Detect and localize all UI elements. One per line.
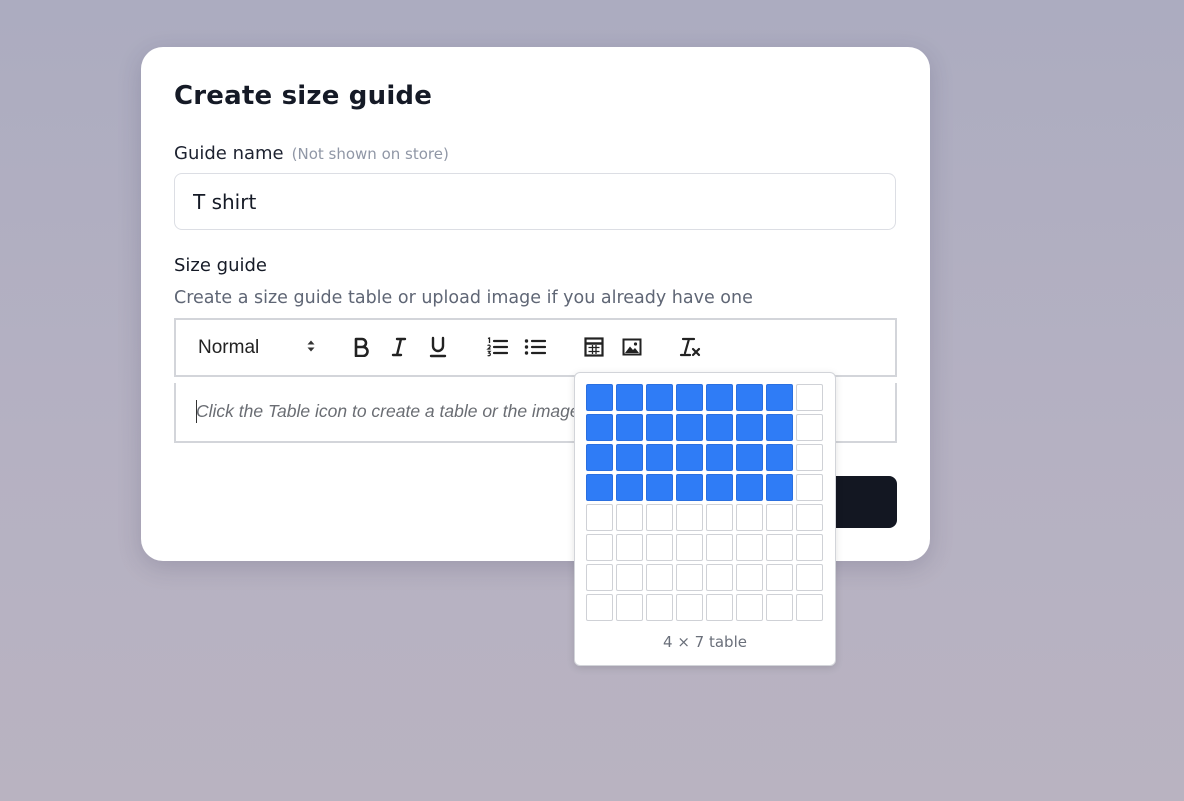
table-grid-cell[interactable] [616,594,643,621]
table-grid-cell[interactable] [676,564,703,591]
dialog-title: Create size guide [174,81,433,111]
table-grid-cell[interactable] [646,414,673,441]
table-grid-cell[interactable] [676,384,703,411]
bold-icon [352,337,370,361]
table-grid-cell[interactable] [586,594,613,621]
table-icon [584,337,604,361]
table-grid-cell[interactable] [796,444,823,471]
image-button[interactable] [619,336,645,362]
table-grid-cell[interactable] [616,564,643,591]
table-grid-cell[interactable] [646,474,673,501]
ordered-list-icon [486,337,509,361]
table-grid-cell[interactable] [646,384,673,411]
table-grid-cell[interactable] [616,414,643,441]
table-grid-cell[interactable] [616,444,643,471]
table-grid-cell[interactable] [706,594,733,621]
table-grid-cell[interactable] [586,474,613,501]
table-grid-cell[interactable] [646,504,673,531]
table-grid-cell[interactable] [676,444,703,471]
underline-icon [429,336,447,362]
table-grid-cell[interactable] [736,534,763,561]
table-grid-cell[interactable] [796,414,823,441]
table-grid-cell[interactable] [586,534,613,561]
table-grid-cell[interactable] [706,384,733,411]
table-grid-cell[interactable] [616,504,643,531]
table-grid-cell[interactable] [736,564,763,591]
table-grid-cell[interactable] [706,564,733,591]
table-grid-cell[interactable] [766,594,793,621]
table-grid-cell[interactable] [676,414,703,441]
table-grid-cell[interactable] [736,594,763,621]
clear-format-icon [679,336,703,362]
table-grid-cell[interactable] [586,504,613,531]
table-grid-cell[interactable] [766,504,793,531]
table-grid-cell[interactable] [766,474,793,501]
guide-name-input[interactable] [174,173,896,230]
table-grid-cell[interactable] [646,534,673,561]
table-grid-cell[interactable] [736,474,763,501]
table-grid-cell[interactable] [796,564,823,591]
ordered-list-button[interactable] [484,336,510,362]
table-grid-cell[interactable] [796,504,823,531]
italic-icon [390,337,408,361]
table-grid-cell[interactable] [766,564,793,591]
italic-button[interactable] [386,336,412,362]
guide-name-hint: (Not shown on store) [291,145,449,163]
table-grid-cell[interactable] [616,474,643,501]
table-grid-cell[interactable] [676,534,703,561]
table-size-picker: 4 × 7 table [574,372,836,666]
table-grid-cell[interactable] [706,414,733,441]
table-grid-cell[interactable] [676,504,703,531]
guide-name-label: Guide name (Not shown on store) [174,143,449,164]
table-grid-cell[interactable] [736,444,763,471]
underline-button[interactable] [425,336,451,362]
table-grid-cell[interactable] [706,504,733,531]
table-grid-cell[interactable] [736,414,763,441]
up-down-arrows-icon [306,338,316,358]
table-grid-cell[interactable] [646,444,673,471]
bold-button[interactable] [348,336,374,362]
bullet-list-icon [524,337,547,361]
table-grid-cell[interactable] [586,414,613,441]
table-grid-cell[interactable] [586,444,613,471]
table-grid-cell[interactable] [706,474,733,501]
editor-toolbar: Normal [174,318,897,377]
table-grid-cell[interactable] [706,534,733,561]
table-grid-cell[interactable] [646,594,673,621]
table-grid-cell[interactable] [736,504,763,531]
table-grid-cell[interactable] [796,384,823,411]
table-grid-cell[interactable] [706,444,733,471]
table-grid-cell[interactable] [766,384,793,411]
table-size-grid [586,384,823,621]
table-grid-cell[interactable] [616,534,643,561]
image-icon [622,338,642,360]
table-grid-cell[interactable] [586,564,613,591]
table-grid-cell[interactable] [766,414,793,441]
table-grid-cell[interactable] [766,444,793,471]
bullet-list-button[interactable] [522,336,548,362]
table-grid-cell[interactable] [676,594,703,621]
guide-name-label-text: Guide name [174,143,284,164]
table-grid-cell[interactable] [796,534,823,561]
format-select[interactable]: Normal [198,335,316,361]
table-grid-cell[interactable] [796,594,823,621]
table-size-label: 4 × 7 table [663,633,747,651]
table-grid-cell[interactable] [586,384,613,411]
table-grid-cell[interactable] [736,384,763,411]
size-guide-description: Create a size guide table or upload imag… [174,288,753,308]
table-grid-cell[interactable] [676,474,703,501]
table-grid-cell[interactable] [646,564,673,591]
table-grid-cell[interactable] [796,474,823,501]
size-guide-label: Size guide [174,255,268,276]
table-grid-cell[interactable] [766,534,793,561]
clear-format-button[interactable] [678,336,704,362]
table-button[interactable] [581,336,607,362]
format-select-value: Normal [198,337,260,358]
table-grid-cell[interactable] [616,384,643,411]
